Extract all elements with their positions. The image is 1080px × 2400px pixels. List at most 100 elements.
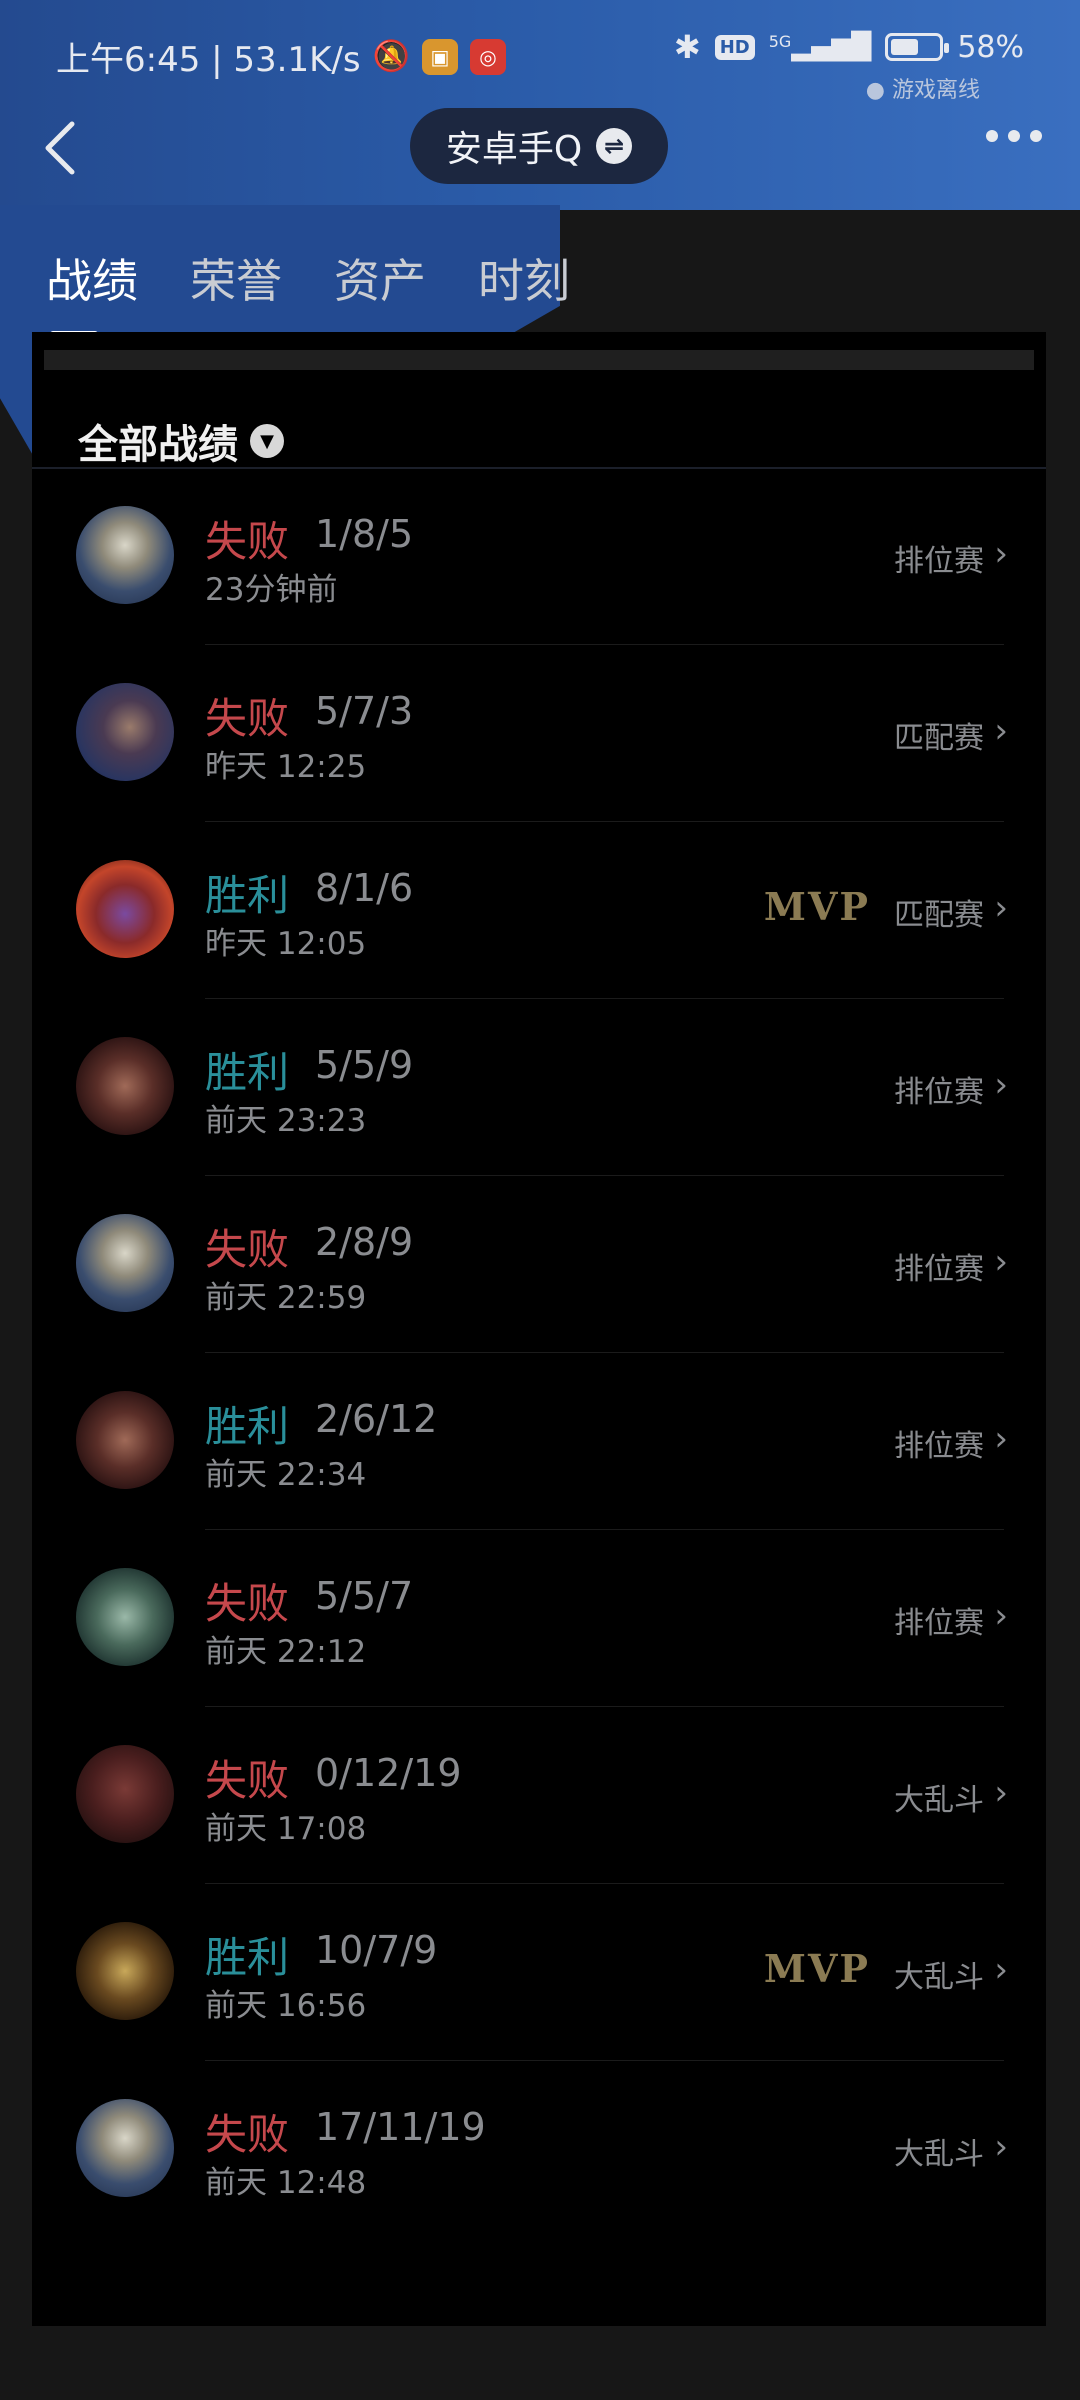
tab-3[interactable]: 时刻 <box>478 245 570 311</box>
chevron-right-icon: › <box>994 888 1008 928</box>
filter-dropdown[interactable]: 全部战绩 ▼ <box>78 412 284 470</box>
match-kda: 2/6/12 <box>315 1397 438 1441</box>
match-kda: 2/8/9 <box>315 1220 414 1264</box>
status-time: 上午6:45 | 53.1K/s <box>56 40 361 80</box>
more-dot-icon <box>1030 130 1042 142</box>
match-kda: 5/5/7 <box>315 1574 414 1618</box>
match-result: 失败 <box>205 1225 290 1274</box>
status-bar: 上午6:45 | 53.1K/s 🔕 ▣ ◎ ✱ HD 5G▂▄▆█ 58% ●… <box>0 0 1080 110</box>
chevron-right-icon: › <box>994 1773 1008 1813</box>
chevron-right-icon: › <box>994 1596 1008 1636</box>
match-time: 昨天 12:25 <box>205 749 367 785</box>
chevron-right-icon: › <box>994 534 1008 574</box>
bluetooth-icon: ✱ <box>673 28 701 66</box>
account-title: 安卓手Q <box>445 129 583 170</box>
match-time: 前天 22:34 <box>205 1457 367 1493</box>
match-result: 失败 <box>205 2110 290 2159</box>
back-button[interactable] <box>38 118 88 178</box>
match-mode: 大乱斗 <box>894 2137 984 2172</box>
more-dot-icon <box>1008 130 1020 142</box>
match-result: 胜利 <box>205 1933 290 1982</box>
match-result: 失败 <box>205 1756 290 1805</box>
match-row[interactable]: 胜利 2/6/12 前天 22:34 排位赛 › <box>32 1353 1046 1530</box>
match-row[interactable]: 失败 5/7/3 昨天 12:25 匹配赛 › <box>32 645 1046 822</box>
tab-2[interactable]: 资产 <box>334 245 426 311</box>
match-mode: 排位赛 <box>894 1606 984 1641</box>
hero-avatar <box>76 2099 174 2197</box>
tab-0[interactable]: 战绩 <box>46 245 138 337</box>
match-mode: 大乱斗 <box>894 1783 984 1818</box>
match-mode: 排位赛 <box>894 1429 984 1464</box>
match-mode: 匹配赛 <box>894 898 984 933</box>
more-button[interactable] <box>986 130 1042 142</box>
match-row[interactable]: 胜利 10/7/9 前天 16:56 MVP 大乱斗 › <box>32 1884 1046 2061</box>
game-offline-status: ● 游戏离线 <box>865 78 980 103</box>
match-row[interactable]: 失败 2/8/9 前天 22:59 排位赛 › <box>32 1176 1046 1353</box>
match-mode: 匹配赛 <box>894 721 984 756</box>
match-history-card: 全部战绩 ▼ 失败 1/8/5 23分钟前排位赛 › 失败 5/7/3 昨天 12:25 匹配… <box>32 332 1046 2326</box>
match-result: 胜利 <box>205 1402 290 1451</box>
network-type: 5G <box>768 32 792 51</box>
account-switch-pill[interactable]: 安卓手Q ⇌ <box>410 108 668 184</box>
hero-avatar <box>76 1745 174 1843</box>
section-title: 全部战绩 <box>78 422 238 468</box>
match-time: 前天 16:56 <box>205 1988 367 2024</box>
signal-icon: 5G▂▄▆█ <box>768 32 872 62</box>
hero-avatar <box>76 1214 174 1312</box>
hero-avatar <box>76 1568 174 1666</box>
match-kda: 10/7/9 <box>315 1928 438 1972</box>
hero-avatar <box>76 1037 174 1135</box>
match-row[interactable]: 胜利 5/5/9 前天 23:23 排位赛 › <box>32 999 1046 1176</box>
match-result: 失败 <box>205 1579 290 1628</box>
mute-bell-icon: 🔕 <box>372 39 410 74</box>
match-time: 前天 22:12 <box>205 1634 367 1670</box>
match-result: 胜利 <box>205 871 290 920</box>
chevron-right-icon: › <box>994 2127 1008 2167</box>
match-time: 昨天 12:05 <box>205 926 367 962</box>
match-row[interactable]: 失败 0/12/19 前天 17:08 大乱斗 › <box>32 1707 1046 1884</box>
chevron-right-icon: › <box>994 1419 1008 1459</box>
back-arrow-icon <box>45 121 75 175</box>
match-result: 失败 <box>205 517 290 566</box>
match-time: 前天 23:23 <box>205 1103 367 1139</box>
match-kda: 17/11/19 <box>315 2105 486 2149</box>
tab-bar: 战绩 荣誉 资产 时刻 <box>46 245 570 337</box>
match-kda: 5/7/3 <box>315 689 414 733</box>
match-row[interactable]: 失败 17/11/19 前天 12:48 大乱斗 › <box>32 2061 1046 2238</box>
match-kda: 0/12/19 <box>315 1751 462 1795</box>
match-row[interactable]: 失败 1/8/5 23分钟前 排位赛 › <box>32 468 1046 645</box>
battery-icon <box>885 33 950 61</box>
hero-avatar <box>76 506 174 604</box>
match-result: 胜利 <box>205 1048 290 1097</box>
gallery-app-icon: ▣ <box>421 38 458 75</box>
hero-avatar <box>76 860 174 958</box>
match-time: 前天 12:48 <box>205 2165 367 2201</box>
hd-badge: HD <box>714 34 755 60</box>
hero-avatar <box>76 1391 174 1489</box>
match-kda: 8/1/6 <box>315 866 414 910</box>
more-dot-icon <box>986 130 998 142</box>
chevron-down-icon: ▼ <box>250 424 284 458</box>
hero-avatar <box>76 683 174 781</box>
match-time: 23分钟前 <box>205 572 338 608</box>
match-mode: 大乱斗 <box>894 1960 984 1995</box>
match-kda: 5/5/9 <box>315 1043 414 1087</box>
mvp-badge: MVP <box>763 1946 870 1991</box>
chevron-right-icon: › <box>994 1242 1008 1282</box>
match-row[interactable]: 胜利 8/1/6 昨天 12:05 MVP 匹配赛 › <box>32 822 1046 999</box>
match-result: 失败 <box>205 694 290 743</box>
match-kda: 1/8/5 <box>315 512 414 556</box>
match-time: 前天 17:08 <box>205 1811 367 1847</box>
match-mode: 排位赛 <box>894 1252 984 1287</box>
hero-avatar <box>76 1922 174 2020</box>
chevron-right-icon: › <box>994 1950 1008 1990</box>
match-list: 失败 1/8/5 23分钟前排位赛 › 失败 5/7/3 昨天 12:25 匹配赛 › 胜利 8/1… <box>32 468 1046 2238</box>
match-mode: 排位赛 <box>894 1075 984 1110</box>
match-row[interactable]: 失败 5/5/7 前天 22:12 排位赛 › <box>32 1530 1046 1707</box>
battery-percent: 58% <box>957 29 1024 65</box>
music-app-icon: ◎ <box>469 38 506 75</box>
mvp-badge: MVP <box>763 884 870 929</box>
tab-1[interactable]: 荣誉 <box>190 245 282 311</box>
chevron-right-icon: › <box>994 711 1008 751</box>
swap-icon: ⇌ <box>596 128 633 164</box>
